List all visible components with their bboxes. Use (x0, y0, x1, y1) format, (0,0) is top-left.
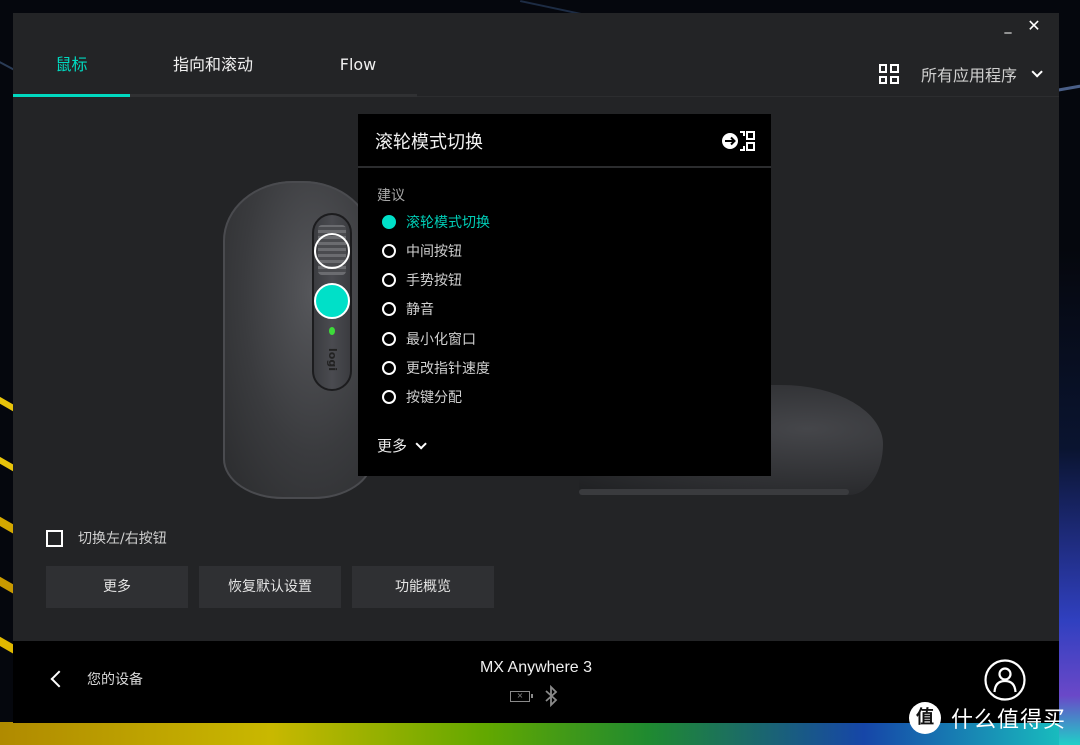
option-mute[interactable]: 静音 (382, 298, 434, 320)
battery-unknown-icon: × (510, 690, 533, 702)
options-window: _ ✕ 鼠标 指向和滚动 Flow 所有应用程序 logi 滚轮模式切换 建议 … (13, 13, 1059, 723)
device-status: × (510, 685, 558, 707)
watermark-text: 什么值得买 (951, 708, 1067, 733)
chevron-down-icon (1031, 66, 1043, 78)
option-label: 手势按钮 (406, 273, 462, 289)
option-label: 静音 (406, 302, 434, 318)
swap-buttons-checkbox[interactable]: 切换左/右按钮 (46, 528, 167, 548)
option-minimize-window[interactable]: 最小化窗口 (382, 328, 476, 350)
more-actions-link[interactable]: 更多 (377, 435, 427, 456)
account-icon[interactable] (984, 659, 1026, 701)
option-label: 滚轮模式切换 (406, 215, 490, 231)
radio-icon (382, 332, 396, 346)
option-label: 最小化窗口 (406, 332, 476, 348)
swap-buttons-label: 切换左/右按钮 (78, 531, 167, 547)
option-gesture-button[interactable]: 手势按钮 (382, 269, 462, 291)
option-label: 更改指针速度 (406, 361, 490, 377)
chevron-down-icon (415, 437, 427, 450)
radio-selected-icon (382, 215, 396, 229)
popup-title: 滚轮模式切换 (375, 132, 483, 153)
radio-icon (382, 273, 396, 287)
watermark-badge: 值 (909, 702, 941, 734)
features-overview-button[interactable]: 功能概览 (352, 566, 494, 608)
popup-header: 滚轮模式切换 (358, 114, 771, 168)
option-label: 按键分配 (406, 390, 462, 406)
radio-icon (382, 361, 396, 375)
tab-flow[interactable]: Flow (313, 41, 403, 97)
active-tab-indicator (13, 94, 130, 97)
scroll-wheel-hotspot[interactable] (314, 233, 350, 269)
option-middle-button[interactable]: 中间按钮 (382, 240, 462, 262)
restore-defaults-button[interactable]: 恢复默认设置 (199, 566, 341, 608)
bluetooth-icon (545, 685, 558, 707)
device-footer: 您的设备 MX Anywhere 3 × (13, 641, 1059, 723)
close-button[interactable]: ✕ (1023, 16, 1045, 36)
option-label: 中间按钮 (406, 244, 462, 260)
mouse-side-base (579, 489, 849, 495)
radio-icon (382, 302, 396, 316)
tab-point-and-scroll[interactable]: 指向和滚动 (143, 41, 283, 97)
app-selector-dropdown[interactable]: 所有应用程序 (878, 61, 1043, 87)
radio-icon (382, 244, 396, 258)
mouse-top-view: logi (223, 181, 373, 499)
mode-shift-button-hotspot[interactable] (314, 283, 350, 319)
assign-action-icon[interactable] (721, 130, 755, 152)
checkbox-icon[interactable] (46, 529, 63, 547)
more-button[interactable]: 更多 (46, 566, 188, 608)
minimize-button[interactable]: _ (997, 16, 1019, 36)
option-keystroke-assignment[interactable]: 按键分配 (382, 386, 462, 408)
title-bar: _ ✕ (13, 13, 1059, 41)
option-change-pointer-speed[interactable]: 更改指针速度 (382, 357, 490, 379)
logi-logo: logi (325, 348, 339, 371)
grid-icon (878, 64, 899, 84)
app-selector-label: 所有应用程序 (920, 66, 1017, 85)
more-actions-label: 更多 (377, 437, 408, 455)
button-action-popup: 滚轮模式切换 建议 滚轮模式切换 中间按钮 手势按钮 静音 最小化窗口 更改指针… (358, 114, 771, 476)
watermark: 值 什么值得买 (909, 702, 1066, 734)
tab-mouse[interactable]: 鼠标 (13, 41, 130, 97)
device-name: MX Anywhere 3 (479, 659, 593, 676)
suggestions-label: 建议 (377, 188, 405, 204)
option-thumbwheel-mode-shift[interactable]: 滚轮模式切换 (382, 211, 490, 233)
status-led (329, 327, 335, 335)
radio-icon (382, 390, 396, 404)
